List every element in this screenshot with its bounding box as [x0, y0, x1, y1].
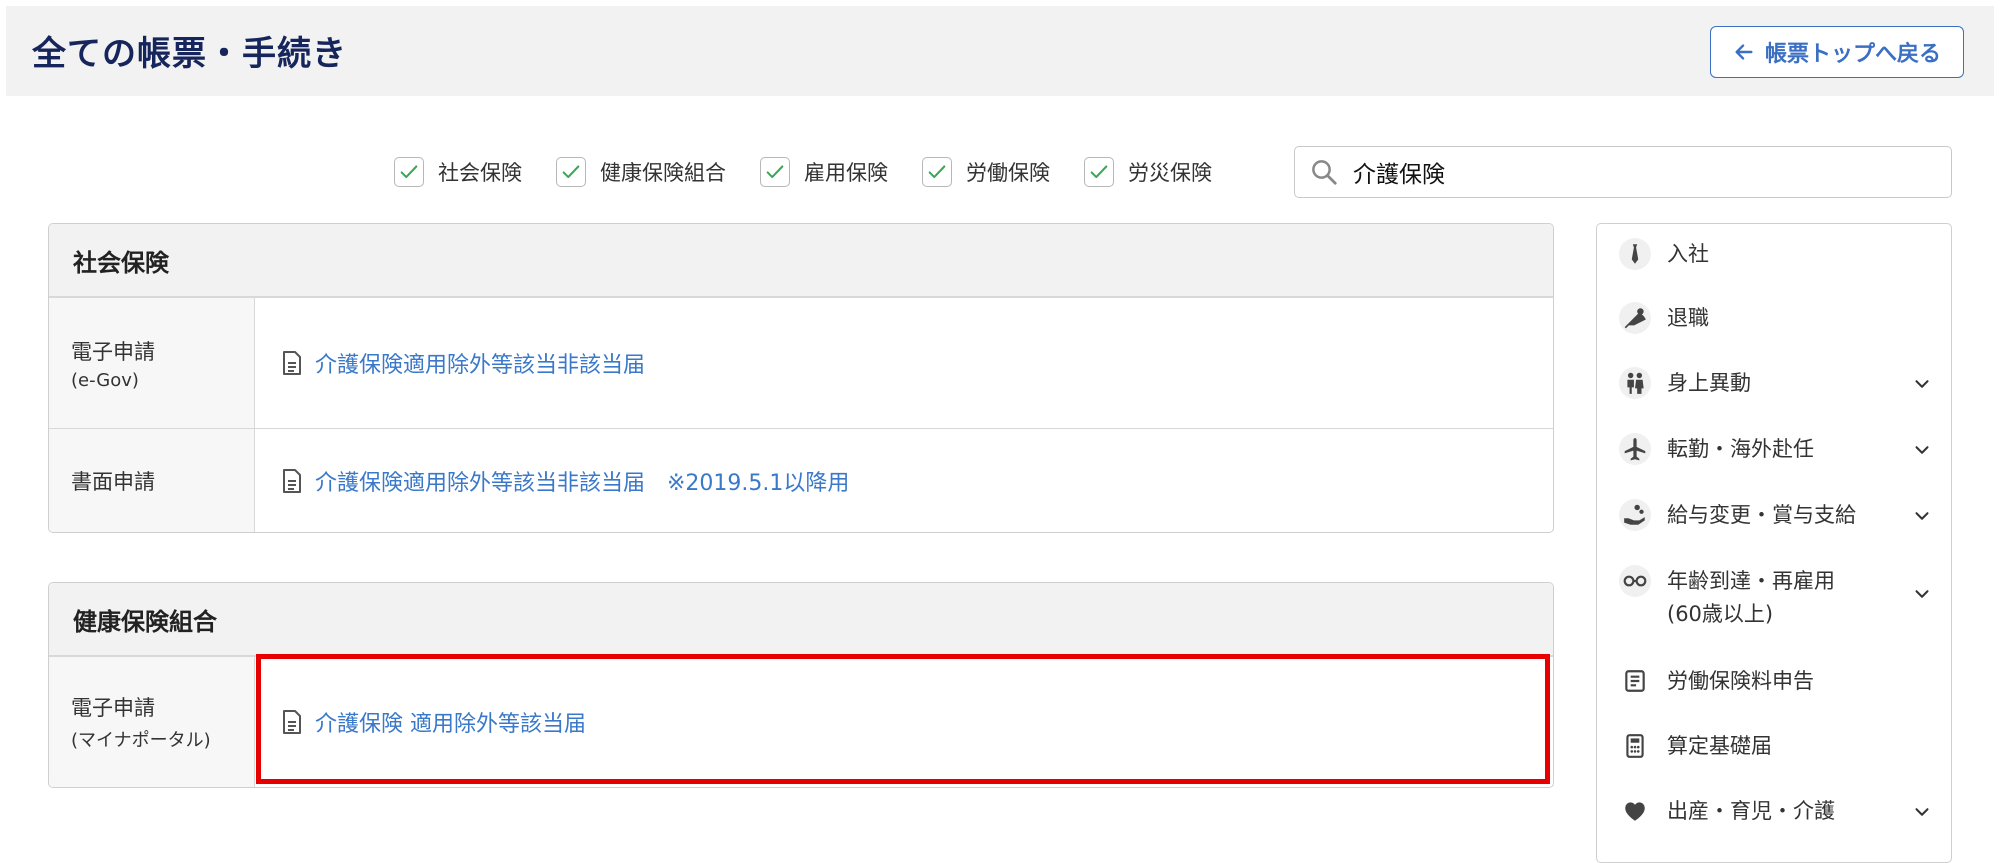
sidebar-item-label: 入社: [1667, 242, 1709, 266]
filter-checkbox-group: 社会保険 健康保険組合 雇用保険 労働保険 労災保険: [394, 146, 1212, 198]
sidebar-item-shussan-ikuji[interactable]: 出産・育児・介護: [1619, 795, 1933, 828]
section-title: 社会保険: [49, 224, 1553, 297]
checkbox[interactable]: [556, 157, 586, 187]
checkbox[interactable]: [1084, 157, 1114, 187]
sidebar-item-label: 算定基礎届: [1667, 734, 1772, 758]
form-link-label[interactable]: 介護保険 適用除外等該当届: [315, 706, 586, 738]
check-icon: [562, 165, 580, 179]
chevron-down-icon[interactable]: [1911, 505, 1933, 527]
row-label-main: 電子申請: [71, 696, 155, 720]
filter-label: 健康保険組合: [600, 161, 726, 185]
sidebar-item-nenrei-totatsu[interactable]: 年齢到達・再雇用 (60歳以上): [1619, 565, 1933, 631]
airplane-icon: [1619, 433, 1651, 465]
section-shakai-hoken: 社会保険 電子申請 (e-Gov) 介護保険適用除外等該当非該当届 書面申請 介…: [48, 223, 1554, 533]
tie-icon: [1619, 238, 1651, 270]
search-input[interactable]: [1351, 158, 1915, 186]
back-button-label: 帳票トップへ戻る: [1764, 42, 1941, 67]
check-icon: [1090, 165, 1108, 179]
check-icon: [928, 165, 946, 179]
row-label: 電子申請 (e-Gov): [49, 298, 255, 428]
sidebar-item-label: 出産・育児・介護: [1667, 799, 1835, 823]
sidebar-item-kyuyo-henko[interactable]: 給与変更・賞与支給: [1619, 499, 1933, 532]
heart-icon: [1619, 795, 1651, 827]
row-body: 介護保険適用除外等該当非該当届: [255, 298, 1553, 428]
money-hand-icon: [1619, 499, 1651, 531]
search-icon: [1312, 160, 1337, 185]
row-body: 介護保険 適用除外等該当届: [255, 657, 1553, 787]
check-icon: [766, 165, 784, 179]
filter-label: 雇用保険: [804, 161, 888, 185]
row-label-main: 書面申請: [71, 469, 155, 494]
table-row: 書面申請 介護保険適用除外等該当非該当届 ※2019.5.1以降用: [49, 428, 1553, 532]
document-lines-icon: [1619, 665, 1651, 697]
row-label-sub: (e-Gov): [71, 369, 139, 391]
document-icon: [283, 351, 301, 375]
chevron-down-icon[interactable]: [1911, 439, 1933, 461]
filter-koyo-hoken[interactable]: 雇用保険: [760, 157, 888, 187]
page-title: 全ての帳票・手続き: [32, 34, 347, 74]
sidebar-item-label: 年齢到達・再雇用 (60歳以上): [1667, 569, 1835, 626]
filter-label: 労働保険: [966, 161, 1050, 185]
chevron-down-icon[interactable]: [1911, 801, 1933, 823]
filter-label: 労災保険: [1128, 161, 1212, 185]
arrow-left-icon: [1735, 44, 1753, 60]
form-link-label[interactable]: 介護保険適用除外等該当非該当届: [315, 347, 645, 379]
section-title: 健康保険組合: [49, 583, 1553, 656]
table-row: 電子申請 (マイナポータル) 介護保険 適用除外等該当届: [49, 656, 1553, 787]
couple-icon: [1619, 367, 1651, 399]
sidebar-item-tenkin[interactable]: 転勤・海外赴任: [1619, 433, 1933, 466]
checkbox[interactable]: [760, 157, 790, 187]
form-link[interactable]: 介護保険 適用除外等該当届: [281, 706, 586, 738]
filter-rosai-hoken[interactable]: 労災保険: [1084, 157, 1212, 187]
check-icon: [400, 165, 418, 179]
filter-label: 社会保険: [438, 161, 522, 185]
search-box[interactable]: [1294, 146, 1952, 198]
chevron-down-icon[interactable]: [1911, 583, 1933, 605]
sidebar-item-shinjo-ido[interactable]: 身上異動: [1619, 367, 1933, 400]
category-sidebar: 入社 退職 身上異動 転勤・海外赴任 給与変更・賞与支給 年齢到達・再雇用 (6…: [1596, 223, 1952, 863]
sidebar-item-label: 転勤・海外赴任: [1667, 437, 1814, 461]
row-label: 電子申請 (マイナポータル): [49, 657, 255, 787]
row-label-main: 電子申請: [71, 339, 155, 364]
sidebar-item-label: 退職: [1667, 306, 1709, 330]
sidebar-item-rodo-hokenryo[interactable]: 労働保険料申告: [1619, 665, 1933, 698]
form-link[interactable]: 介護保険適用除外等該当非該当届 ※2019.5.1以降用: [281, 465, 849, 497]
sidebar-item-taishoku[interactable]: 退職: [1619, 302, 1933, 335]
section-kenko-hoken-kumiai: 健康保険組合 電子申請 (マイナポータル) 介護保険 適用除外等該当届: [48, 582, 1554, 788]
row-body: 介護保険適用除外等該当非該当届 ※2019.5.1以降用: [255, 429, 1553, 532]
chevron-down-icon[interactable]: [1911, 373, 1933, 395]
row-label-sub: (マイナポータル): [71, 730, 211, 751]
filter-shakai-hoken[interactable]: 社会保険: [394, 157, 522, 187]
document-icon: [283, 468, 301, 493]
page-header: 全ての帳票・手続き 帳票トップへ戻る: [6, 6, 1994, 96]
checkbox[interactable]: [922, 157, 952, 187]
form-link[interactable]: 介護保険適用除外等該当非該当届: [281, 347, 645, 379]
form-link-label[interactable]: 介護保険適用除外等該当非該当届 ※2019.5.1以降用: [315, 465, 849, 497]
back-to-top-button[interactable]: 帳票トップへ戻る: [1709, 26, 1964, 78]
sidebar-item-label: 身上異動: [1667, 371, 1751, 395]
row-label: 書面申請: [49, 429, 255, 532]
checkbox[interactable]: [394, 157, 424, 187]
bouquet-icon: [1619, 302, 1651, 334]
filter-kenko-hoken-kumiai[interactable]: 健康保険組合: [556, 157, 726, 187]
sidebar-item-label: 給与変更・賞与支給: [1667, 503, 1856, 527]
glasses-icon: [1619, 565, 1651, 597]
sidebar-item-nyusha[interactable]: 入社: [1619, 238, 1933, 271]
sidebar-item-santei-kiso[interactable]: 算定基礎届: [1619, 730, 1933, 763]
sidebar-item-label: 労働保険料申告: [1667, 669, 1814, 693]
document-icon: [283, 710, 301, 734]
filter-rodo-hoken[interactable]: 労働保険: [922, 157, 1050, 187]
table-row: 電子申請 (e-Gov) 介護保険適用除外等該当非該当届: [49, 297, 1553, 428]
calculator-icon: [1619, 730, 1651, 762]
